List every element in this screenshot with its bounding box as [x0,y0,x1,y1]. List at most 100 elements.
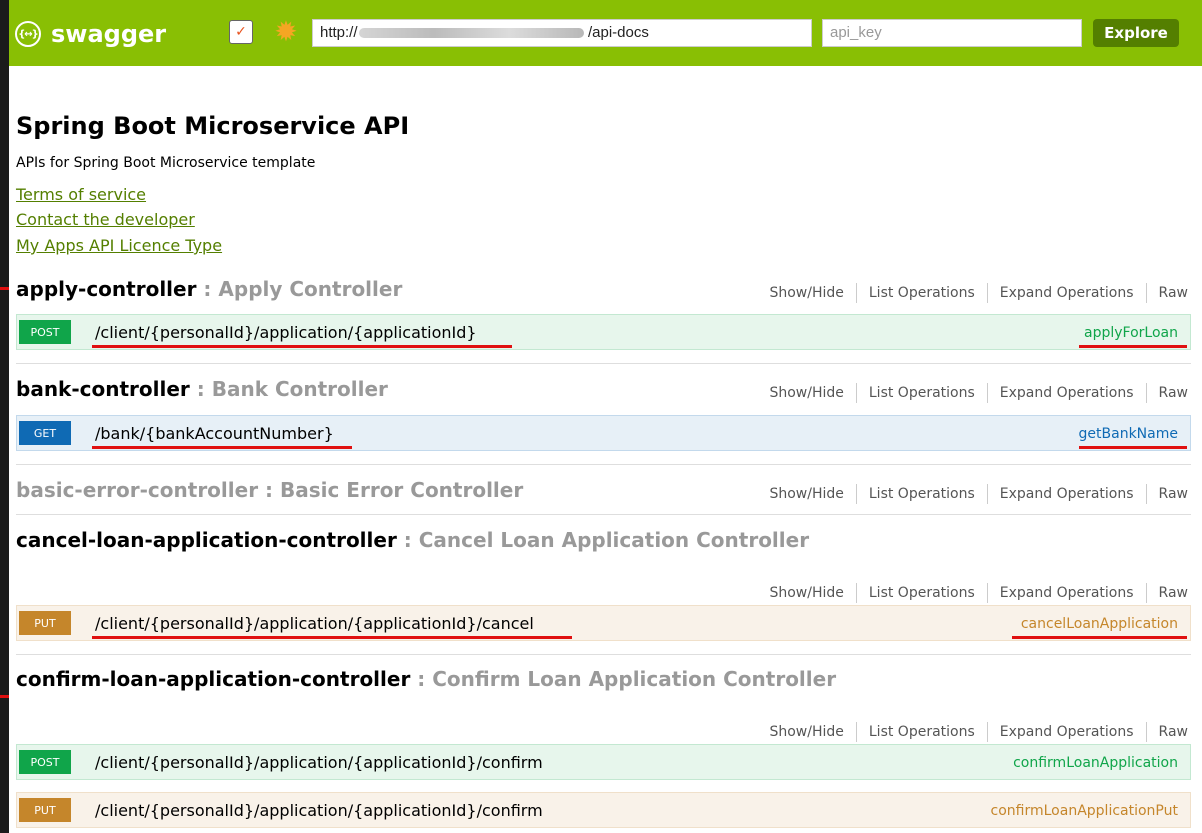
controller-header-cancel-loan: cancel-loan-application-controller : Can… [16,528,1188,603]
show-hide-link[interactable]: Show/Hide [769,486,843,502]
operation-id[interactable]: cancelLoanApplication [1021,616,1178,632]
api-description: APIs for Spring Boot Microservice templa… [16,155,316,171]
terms-of-service-link[interactable]: Terms of service [16,185,146,204]
annotation-underline [92,446,352,449]
list-operations-link[interactable]: List Operations [869,486,975,502]
section-divider [16,464,1191,465]
action-separator [986,583,988,603]
controller-description: : Basic Error Controller [258,478,524,502]
controller-actions: Show/Hide List Operations Expand Operati… [769,722,1188,742]
contact-developer-link[interactable]: Contact the developer [16,210,195,229]
raw-link[interactable]: Raw [1159,486,1188,502]
operation-path[interactable]: /client/{personalId}/application/{applic… [95,323,477,342]
swagger-logo-text: swagger [51,20,167,48]
controller-title[interactable]: cancel-loan-application-controller : Can… [16,528,809,552]
action-separator [1145,283,1147,303]
controller-name: cancel-loan-application-controller [16,528,397,552]
section-divider [16,514,1191,515]
show-hide-link[interactable]: Show/Hide [769,724,843,740]
method-badge[interactable]: PUT [19,798,71,822]
api-key-input[interactable]: api_key [822,19,1082,47]
action-separator [986,722,988,742]
controller-actions: Show/Hide List Operations Expand Operati… [769,484,1188,504]
show-hide-link[interactable]: Show/Hide [769,285,843,301]
operation-id[interactable]: getBankName [1079,426,1178,442]
expand-operations-link[interactable]: Expand Operations [1000,585,1134,601]
operation-path[interactable]: /client/{personalId}/application/{applic… [95,801,543,820]
controller-header-basic-error: basic-error-controller : Basic Error Con… [16,478,1188,508]
controller-description: : Confirm Loan Application Controller [410,667,837,691]
operation-row-confirm-put[interactable]: PUT /client/{personalId}/application/{ap… [16,792,1191,828]
operation-path[interactable]: /client/{personalId}/application/{applic… [95,614,534,633]
expand-operations-link[interactable]: Expand Operations [1000,285,1134,301]
action-separator [1145,383,1147,403]
controller-description: : Cancel Loan Application Controller [396,528,810,552]
top-bar: {↔} swagger ✓ ✹ http:// /api-docs api_ke… [9,0,1202,66]
operation-id[interactable]: applyForLoan [1084,325,1178,341]
annotation-underline [1012,636,1187,639]
swagger-ui-page: {↔} swagger ✓ ✹ http:// /api-docs api_ke… [9,0,1202,833]
operation-path[interactable]: /client/{personalId}/application/{applic… [95,753,543,772]
annotation-edge-mark [0,695,9,698]
annotation-underline [92,636,572,639]
url-prefix-text: http:// [320,24,358,41]
controller-name: basic-error-controller [16,478,259,502]
swagger-logo[interactable]: {↔} swagger [15,18,166,50]
controller-name: bank-controller [16,377,190,401]
controller-actions: Show/Hide List Operations Expand Operati… [769,283,1188,303]
action-separator [855,583,857,603]
controller-title[interactable]: basic-error-controller : Basic Error Con… [16,478,523,502]
section-divider [16,654,1191,655]
controller-title[interactable]: apply-controller : Apply Controller [16,277,402,301]
operation-id[interactable]: confirmLoanApplication [1013,755,1178,771]
method-badge[interactable]: PUT [19,611,71,635]
raw-link[interactable]: Raw [1159,285,1188,301]
operation-row-confirm-post[interactable]: POST /client/{personalId}/application/{a… [16,744,1191,780]
licence-type-link[interactable]: My Apps API Licence Type [16,236,222,255]
controller-header-bank: bank-controller : Bank Controller Show/H… [16,377,1188,407]
url-suffix-text: /api-docs [588,24,649,41]
expand-operations-link[interactable]: Expand Operations [1000,724,1134,740]
action-separator [986,383,988,403]
explore-button[interactable]: Explore [1093,19,1179,47]
method-badge[interactable]: POST [19,320,71,344]
raw-link[interactable]: Raw [1159,724,1188,740]
expand-operations-link[interactable]: Expand Operations [1000,486,1134,502]
gear-icon[interactable]: ✹ [274,18,298,46]
annotation-edge-mark [0,287,9,290]
api-title: Spring Boot Microservice API [16,112,410,140]
action-separator [1145,484,1147,504]
action-separator [855,722,857,742]
controller-title[interactable]: confirm-loan-application-controller : Co… [16,667,836,691]
method-badge[interactable]: POST [19,750,71,774]
swagger-logo-icon: {↔} [15,21,41,47]
wrench-icon[interactable]: ✓ [229,20,253,44]
api-key-placeholder: api_key [830,24,882,41]
list-operations-link[interactable]: List Operations [869,585,975,601]
raw-link[interactable]: Raw [1159,385,1188,401]
expand-operations-link[interactable]: Expand Operations [1000,385,1134,401]
controller-actions: Show/Hide List Operations Expand Operati… [769,383,1188,403]
action-separator [1145,722,1147,742]
operation-path[interactable]: /bank/{bankAccountNumber} [95,424,334,443]
controller-description: : Apply Controller [196,277,403,301]
controller-actions: Show/Hide List Operations Expand Operati… [769,583,1188,603]
method-badge[interactable]: GET [19,421,71,445]
action-separator [986,484,988,504]
list-operations-link[interactable]: List Operations [869,285,975,301]
annotation-underline [92,345,512,348]
show-hide-link[interactable]: Show/Hide [769,585,843,601]
action-separator [855,484,857,504]
list-operations-link[interactable]: List Operations [869,385,975,401]
action-separator [855,283,857,303]
controller-title[interactable]: bank-controller : Bank Controller [16,377,388,401]
controller-name: apply-controller [16,277,197,301]
controller-header-confirm-loan: confirm-loan-application-controller : Co… [16,667,1188,742]
show-hide-link[interactable]: Show/Hide [769,385,843,401]
raw-link[interactable]: Raw [1159,585,1188,601]
operation-id[interactable]: confirmLoanApplicationPut [991,803,1178,819]
list-operations-link[interactable]: List Operations [869,724,975,740]
redacted-url-blur [359,28,584,38]
annotation-underline [1079,446,1187,449]
annotation-underline [1079,345,1187,348]
